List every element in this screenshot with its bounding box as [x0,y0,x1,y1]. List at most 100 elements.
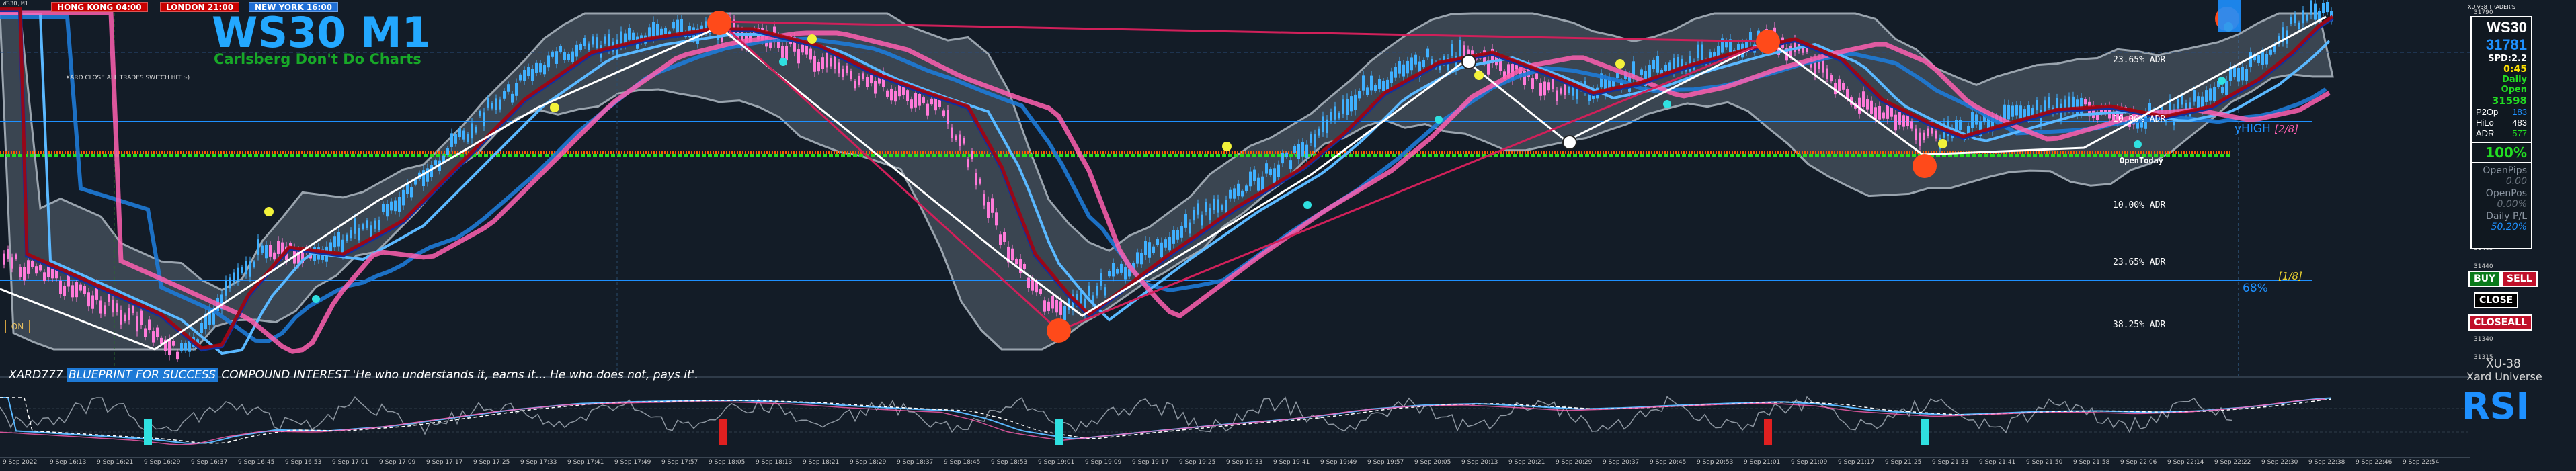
candle-body [2241,67,2244,81]
candle-body [2326,1,2329,13]
candle-body [1463,45,1465,58]
candle-body [1096,286,1098,296]
candle-body [1923,132,1925,141]
candle-body [1354,94,1357,110]
candle-body [813,56,816,72]
candle-body [975,173,977,186]
candle-body [1269,169,1272,175]
sell-button[interactable]: SELL [2501,271,2538,287]
candle-body [47,265,50,277]
candle-body [1906,115,1909,126]
candle-body [1051,296,1054,309]
time-tick: 9 Sep 22:14 [2167,459,2204,466]
time-tick: 9 Sep 18:21 [803,459,840,466]
candle-body [362,224,364,230]
candle-body [559,46,562,52]
panel-spread: SPD:2.2 [2488,54,2527,64]
candle-body [801,44,804,53]
time-tick: 9 Sep 17:57 [661,459,698,466]
candle-body [71,285,74,298]
candle-body [471,123,473,139]
rsi-extreme-marker [1921,419,1929,445]
candle-body [1915,128,1917,141]
candle-body [922,97,925,103]
daily-open-label: Daily Open [2501,75,2527,95]
candle-body [1144,241,1147,255]
candle-body [999,234,1002,245]
candle-body [91,295,94,309]
candle-body [1612,81,1615,87]
candle-body [257,239,259,255]
time-tick: 9 Sep 22:30 [2261,459,2298,466]
time-tick: 9 Sep 18:05 [709,459,746,466]
candle-body [910,99,913,109]
candle-body [1910,121,1913,129]
buy-button[interactable]: BUY [2468,271,2501,287]
candle-body [2084,99,2087,105]
candle-body [1543,81,1546,96]
time-tick: 9 Sep 19:25 [1179,459,1216,466]
xard-universe-label: Xard Universe [2466,370,2542,383]
candle-body [1168,237,1171,251]
candle-body [132,306,134,313]
candle-body [2306,14,2308,21]
candle-body [511,93,514,103]
price-tick: 31315 [2474,354,2493,361]
candle-body [112,299,114,313]
candle-body [854,81,856,89]
candle-body [676,19,679,34]
rsi-indicator[interactable] [0,388,2470,456]
candle-body [1148,242,1151,258]
close-button[interactable]: CLOSE [2474,292,2519,308]
closeall-button[interactable]: CLOSEALL [2468,314,2532,331]
candle-body [1217,199,1219,213]
candle-body [99,300,102,314]
candle-body [1556,90,1558,101]
candle-body [1116,269,1119,274]
candle-body [628,28,631,40]
candle-body [1189,222,1191,234]
candle-body [378,220,380,230]
time-tick: 9 Sep 21:41 [1979,459,2016,466]
on-toggle[interactable]: ON [5,320,30,333]
candle-body [507,84,510,92]
open-pos-label: OpenPos [2485,188,2527,199]
time-tick: 9 Sep 20:29 [1556,459,1593,466]
candle-body [1237,183,1240,196]
candle-body [1031,279,1034,291]
percent-value: 100% [2472,142,2531,162]
candle-body [991,198,994,213]
candle-body [51,268,54,279]
symbol-timeframe-title: WS30 M1 [212,8,431,57]
candle-body [1112,263,1115,277]
candle-body [656,24,659,36]
candle-body [838,62,840,74]
candle-body [1870,100,1873,114]
rsi-title: RSI [2462,385,2530,427]
candle-body [2310,0,2312,15]
candle-body [1789,46,1792,57]
candle-body [237,267,239,282]
candle-body [1301,142,1304,157]
candle-body [329,242,332,252]
open-pos-value: 0.00% [2497,199,2527,210]
candle-body [959,134,961,146]
swing-high-low-marker [707,11,731,35]
time-tick: 9 Sep 18:53 [991,459,1028,466]
candle-body [1152,246,1155,253]
candle-body [934,97,937,111]
candle-body [1273,168,1276,183]
candle-body [942,110,945,117]
time-tick: 9 Sep 19:49 [1320,459,1357,466]
candle-body [1975,114,1978,125]
candle-body [7,249,9,259]
signal-dot [1222,142,1232,151]
candle-body [176,351,179,360]
candle-body [1233,188,1236,199]
candle-body [104,305,106,314]
candle-body [785,46,788,61]
candle-body [503,91,506,99]
trader-panel: WS30 31781 SPD:2.2 0:45 Daily Open 31598… [2470,16,2532,249]
candle-body [1043,300,1046,312]
candle-body [1334,106,1336,120]
